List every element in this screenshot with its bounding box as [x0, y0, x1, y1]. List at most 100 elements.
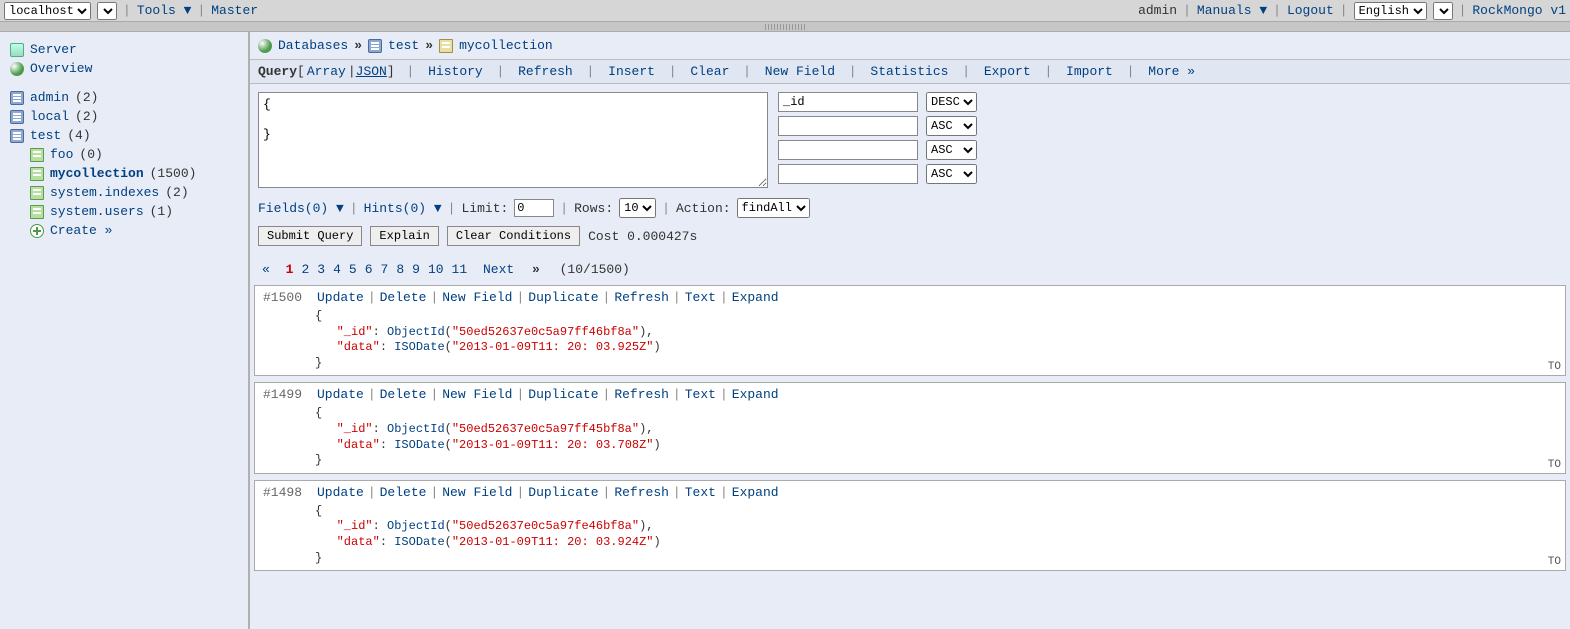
- db-icon: [368, 39, 382, 53]
- sort-field-0[interactable]: [778, 92, 918, 112]
- pager-page-5[interactable]: 5: [349, 262, 357, 277]
- tab-history[interactable]: History: [428, 64, 483, 79]
- limit-input[interactable]: [514, 199, 554, 217]
- record-json: { "_id": ObjectId("50ed52637e0c5a97ff46b…: [255, 309, 1565, 375]
- lang-extra-select[interactable]: [1433, 2, 1453, 20]
- rows-select[interactable]: 10: [619, 198, 656, 218]
- rec-action-update[interactable]: Update: [317, 387, 364, 402]
- sort-field-1[interactable]: [778, 116, 918, 136]
- action-select[interactable]: findAll: [737, 198, 810, 218]
- bc-db[interactable]: test: [388, 38, 419, 53]
- host-select[interactable]: localhost: [4, 2, 91, 20]
- tools-menu[interactable]: Tools ▼: [137, 3, 192, 18]
- explain-button[interactable]: Explain: [370, 226, 438, 246]
- record-number: #1499: [263, 387, 313, 402]
- rec-action-expand[interactable]: Expand: [732, 387, 779, 402]
- db-icon: [10, 91, 24, 105]
- db-icon: [10, 129, 24, 143]
- controls-row: Fields(0) ▼ | Hints(0) ▼ | Limit: | Rows…: [250, 196, 1570, 226]
- pager-page-10[interactable]: 10: [428, 262, 444, 277]
- fields-toggle[interactable]: Fields(0) ▼: [258, 201, 344, 216]
- hints-toggle[interactable]: Hints(0) ▼: [364, 201, 442, 216]
- breadcrumb: Databases » test » mycollection: [250, 32, 1570, 59]
- db-icon: [10, 110, 24, 124]
- rec-action-delete[interactable]: Delete: [380, 290, 427, 305]
- rec-action-refresh[interactable]: Refresh: [614, 290, 669, 305]
- bc-coll[interactable]: mycollection: [459, 38, 553, 53]
- master-link[interactable]: Master: [211, 3, 258, 18]
- mode-array-link[interactable]: Array: [307, 64, 346, 79]
- rec-action-expand[interactable]: Expand: [732, 485, 779, 500]
- tab-clear[interactable]: Clear: [690, 64, 729, 79]
- brand-link[interactable]: RockMongo v1: [1472, 3, 1566, 18]
- pager-prev[interactable]: «: [262, 262, 270, 277]
- topbar: localhost | Tools ▼ | Master admin | Man…: [0, 0, 1570, 22]
- sep: |: [123, 3, 131, 18]
- tab-new-field[interactable]: New Field: [765, 64, 835, 79]
- tab-export[interactable]: Export: [984, 64, 1031, 79]
- pager-page-7[interactable]: 7: [381, 262, 389, 277]
- rec-action-text[interactable]: Text: [685, 485, 716, 500]
- sort-dir-2[interactable]: ASCDESC: [926, 140, 977, 160]
- rec-action-text[interactable]: Text: [685, 290, 716, 305]
- sidebar-coll-system.users[interactable]: system.users (1): [6, 202, 242, 221]
- pager-page-2[interactable]: 2: [301, 262, 309, 277]
- tab-import[interactable]: Import: [1066, 64, 1113, 79]
- sidebar-db-test[interactable]: test (4): [6, 126, 242, 145]
- rec-action-duplicate[interactable]: Duplicate: [528, 290, 598, 305]
- rec-action-delete[interactable]: Delete: [380, 485, 427, 500]
- pager-page-8[interactable]: 8: [396, 262, 404, 277]
- rec-action-new-field[interactable]: New Field: [442, 387, 512, 402]
- rec-action-update[interactable]: Update: [317, 485, 364, 500]
- pager-page-3[interactable]: 3: [317, 262, 325, 277]
- server-icon: [10, 43, 24, 57]
- tab-more-[interactable]: More »: [1148, 64, 1195, 79]
- tab-refresh[interactable]: Refresh: [518, 64, 573, 79]
- manuals-menu[interactable]: Manuals ▼: [1197, 3, 1267, 18]
- pager-next[interactable]: Next: [483, 262, 514, 277]
- submit-query-button[interactable]: Submit Query: [258, 226, 362, 246]
- sidebar: Server Overview admin (2)local (2)test (…: [0, 32, 250, 629]
- tab-insert[interactable]: Insert: [608, 64, 655, 79]
- sidebar-db-local[interactable]: local (2): [6, 107, 242, 126]
- sort-dir-1[interactable]: ASCDESC: [926, 116, 977, 136]
- rec-action-expand[interactable]: Expand: [732, 290, 779, 305]
- rec-action-new-field[interactable]: New Field: [442, 485, 512, 500]
- sidebar-coll-mycollection[interactable]: mycollection (1500): [6, 164, 242, 183]
- tab-statistics[interactable]: Statistics: [870, 64, 948, 79]
- sidebar-db-admin[interactable]: admin (2): [6, 88, 242, 107]
- pager-page-6[interactable]: 6: [365, 262, 373, 277]
- pager-page-11[interactable]: 11: [452, 262, 468, 277]
- sort-dir-3[interactable]: ASCDESC: [926, 164, 977, 184]
- host-extra-select[interactable]: [97, 2, 117, 20]
- rec-action-text[interactable]: Text: [685, 387, 716, 402]
- sidebar-create[interactable]: Create »: [6, 221, 242, 240]
- rec-action-new-field[interactable]: New Field: [442, 290, 512, 305]
- pager-page-9[interactable]: 9: [412, 262, 420, 277]
- pager-raquo[interactable]: »: [532, 262, 540, 277]
- sort-field-3[interactable]: [778, 164, 918, 184]
- sidebar-coll-system.indexes[interactable]: system.indexes (2): [6, 183, 242, 202]
- rec-action-refresh[interactable]: Refresh: [614, 485, 669, 500]
- mode-json-link[interactable]: JSON: [356, 64, 387, 79]
- sidebar-server[interactable]: Server: [6, 40, 242, 59]
- clear-conditions-button[interactable]: Clear Conditions: [447, 226, 580, 246]
- sidebar-overview[interactable]: Overview: [6, 59, 242, 78]
- logout-link[interactable]: Logout: [1287, 3, 1334, 18]
- sidebar-coll-foo[interactable]: foo (0): [6, 145, 242, 164]
- rec-action-update[interactable]: Update: [317, 290, 364, 305]
- query-textarea[interactable]: [258, 92, 768, 188]
- sort-field-2[interactable]: [778, 140, 918, 160]
- coll-icon: [30, 148, 44, 162]
- lang-select[interactable]: English: [1354, 2, 1427, 20]
- rows-label: Rows:: [574, 201, 613, 216]
- rec-action-refresh[interactable]: Refresh: [614, 387, 669, 402]
- sort-dir-0[interactable]: ASCDESC: [926, 92, 977, 112]
- rec-action-duplicate[interactable]: Duplicate: [528, 485, 598, 500]
- rec-action-duplicate[interactable]: Duplicate: [528, 387, 598, 402]
- pager-page-4[interactable]: 4: [333, 262, 341, 277]
- rec-action-delete[interactable]: Delete: [380, 387, 427, 402]
- bc-databases[interactable]: Databases: [278, 38, 348, 53]
- query-label: Query: [258, 64, 297, 79]
- pager-page-1[interactable]: 1: [286, 262, 294, 277]
